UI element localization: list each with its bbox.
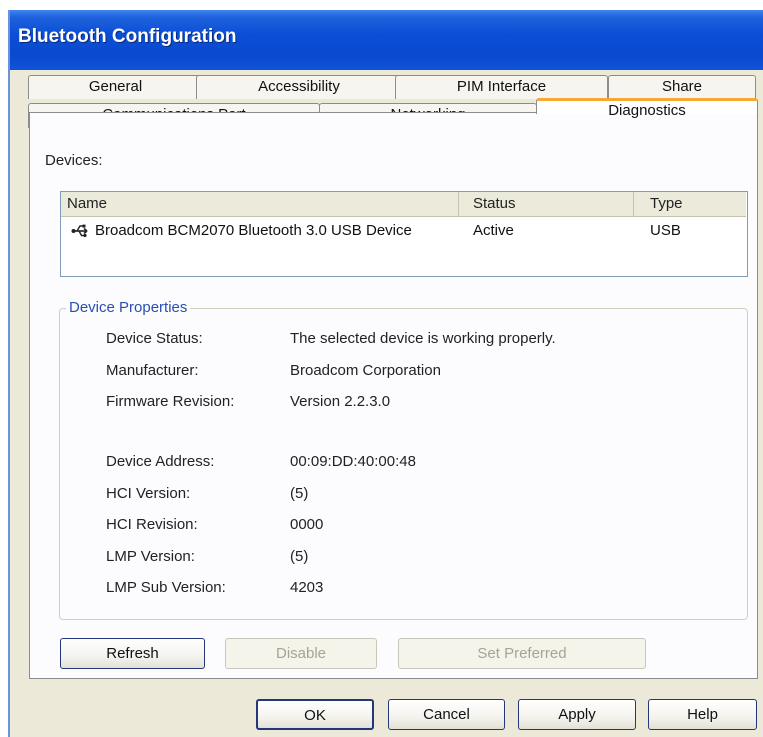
device-properties-group: Device Properties Device Status: The sel… [59, 298, 748, 620]
device-properties-legend: Device Properties [66, 298, 191, 318]
tab-diagnostics[interactable]: Diagnostics [536, 98, 758, 119]
bluetooth-configuration-window: Bluetooth Configuration General Accessib… [8, 10, 763, 737]
device-type: USB [650, 222, 681, 239]
manufacturer-label: Manufacturer: [106, 362, 199, 379]
ok-button[interactable]: OK [256, 699, 374, 730]
hci-revision-label: HCI Revision: [106, 516, 198, 533]
window-title: Bluetooth Configuration [18, 26, 237, 47]
hci-revision-value: 0000 [290, 516, 324, 533]
column-header-status[interactable]: Status [459, 192, 634, 216]
manufacturer-value: Broadcom Corporation [290, 362, 441, 379]
device-row[interactable]: Broadcom BCM2070 Bluetooth 3.0 USB Devic… [61, 220, 746, 242]
refresh-button[interactable]: Refresh [60, 638, 205, 669]
disable-button[interactable]: Disable [225, 638, 377, 669]
column-header-type[interactable]: Type [634, 192, 746, 216]
lmp-version-value: (5) [290, 548, 309, 565]
device-status-value: The selected device is working properly. [290, 330, 556, 347]
apply-button[interactable]: Apply [518, 699, 636, 730]
tab-general[interactable]: General [28, 75, 203, 99]
hci-version-value: (5) [290, 485, 309, 502]
firmware-revision-label: Firmware Revision: [106, 393, 235, 410]
device-name: Broadcom BCM2070 Bluetooth 3.0 USB Devic… [95, 222, 412, 239]
device-address-value: 00:09:DD:40:00:48 [290, 453, 416, 470]
lmp-sub-version-label: LMP Sub Version: [106, 579, 226, 596]
set-preferred-button[interactable]: Set Preferred [398, 638, 646, 669]
help-button[interactable]: Help [648, 699, 757, 730]
devices-list[interactable]: Name Status Type Broadcom BCM2070 Blueto… [60, 191, 748, 277]
lmp-sub-version-value: 4203 [290, 579, 324, 596]
tab-accessibility[interactable]: Accessibility [196, 75, 402, 99]
lmp-version-label: LMP Version: [106, 548, 195, 565]
diagnostics-panel: Devices: Name Status Type Broadcom BCM20… [29, 112, 758, 679]
column-header-name[interactable]: Name [61, 192, 459, 216]
title-bar[interactable]: Bluetooth Configuration [10, 10, 763, 70]
device-status-label: Device Status: [106, 330, 203, 347]
hci-version-label: HCI Version: [106, 485, 191, 502]
devices-list-header: Name Status Type [61, 192, 746, 217]
device-address-label: Device Address: [106, 453, 215, 470]
device-status: Active [473, 222, 514, 239]
firmware-revision-value: Version 2.2.3.0 [290, 393, 391, 410]
tab-share[interactable]: Share [608, 75, 756, 99]
cancel-button[interactable]: Cancel [388, 699, 505, 730]
usb-icon [71, 222, 91, 247]
tab-pim-interface[interactable]: PIM Interface [395, 75, 608, 99]
devices-label: Devices: [45, 152, 103, 169]
